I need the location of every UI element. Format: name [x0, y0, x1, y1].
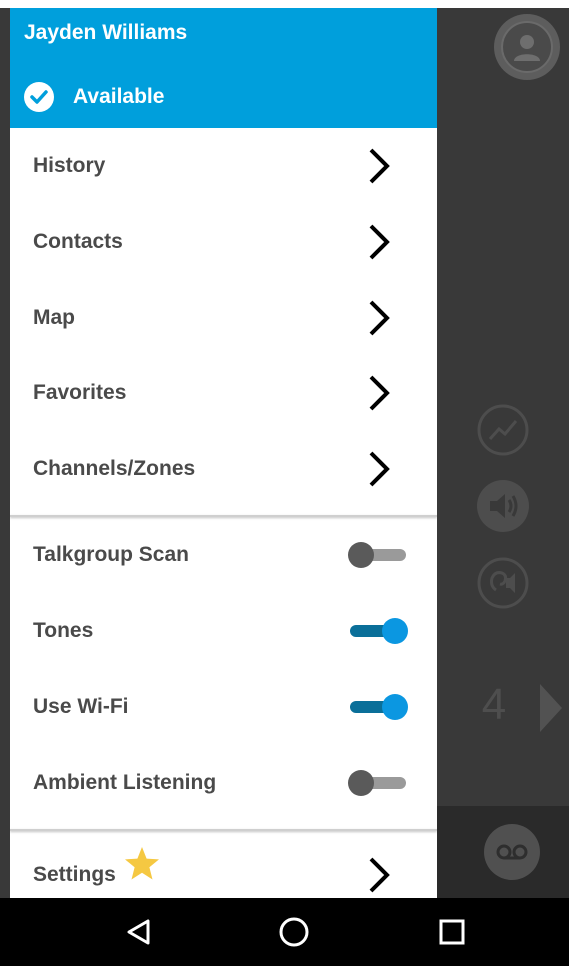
menu-item-label: Contacts: [33, 230, 123, 253]
menu-item-label: Channels/Zones: [33, 457, 196, 480]
back-icon: [127, 919, 150, 945]
chevron-right-icon: [369, 857, 390, 893]
next-channel-arrow[interactable]: [540, 684, 562, 732]
toggle-row-ambient-listening[interactable]: Ambient Listening: [10, 745, 437, 821]
menu-item-favorites[interactable]: Favorites: [10, 355, 437, 431]
voicemail-icon: [496, 844, 528, 860]
chevron-right-icon: [369, 224, 390, 260]
talkgroup-scan-toggle[interactable]: [348, 542, 408, 568]
toggle-row-tones[interactable]: Tones: [10, 593, 437, 669]
menu-item-label: History: [33, 154, 106, 177]
chevron-right-icon: [369, 148, 390, 184]
recents-button[interactable]: [432, 912, 472, 952]
menu-item-channels-zones[interactable]: Channels/Zones: [10, 431, 437, 507]
avatar-button[interactable]: [494, 14, 560, 80]
chevron-right-icon: [369, 300, 390, 336]
status-label: Available: [73, 85, 165, 108]
channel-number: 4: [481, 680, 507, 729]
toggle-label: Tones: [33, 619, 94, 642]
use-wifi-toggle[interactable]: [348, 694, 408, 720]
menu-item-map[interactable]: Map: [10, 280, 437, 356]
home-button[interactable]: [274, 912, 314, 952]
navigation-drawer: Jayden Williams Available History Contac…: [10, 8, 437, 898]
toggle-row-talkgroup-scan[interactable]: Talkgroup Scan: [10, 517, 437, 593]
ambient-listening-toggle[interactable]: [348, 770, 408, 796]
signal-icon[interactable]: [476, 403, 530, 457]
menu-item-history[interactable]: History: [10, 128, 437, 204]
system-navigation-bar: [0, 898, 569, 966]
voicemail-button[interactable]: [484, 824, 540, 880]
tones-toggle[interactable]: [348, 618, 408, 644]
check-icon: [24, 82, 54, 112]
toggle-label: Use Wi-Fi: [33, 695, 129, 718]
recents-icon: [439, 919, 465, 945]
star-icon: [125, 847, 159, 880]
status-selector[interactable]: Available: [24, 82, 164, 112]
menu-item-contacts[interactable]: Contacts: [10, 204, 437, 280]
menu-item-settings[interactable]: Settings: [10, 837, 437, 898]
drawer-header: Jayden Williams Available: [10, 8, 437, 128]
menu-item-label: Favorites: [33, 381, 127, 404]
chevron-right-icon: [369, 375, 390, 411]
menu-item-label: Map: [33, 306, 75, 329]
toggle-label: Talkgroup Scan: [33, 543, 189, 566]
chevron-right-icon: [369, 451, 390, 487]
top-strip: [0, 0, 569, 8]
divider: [10, 829, 437, 831]
back-button[interactable]: [118, 912, 158, 952]
toggle-row-use-wifi[interactable]: Use Wi-Fi: [10, 669, 437, 745]
avatar-icon: [501, 21, 553, 73]
user-name: Jayden Williams: [24, 21, 188, 44]
speaker-icon[interactable]: [476, 479, 530, 533]
home-icon: [279, 917, 309, 947]
toggle-label: Ambient Listening: [33, 771, 217, 794]
ear-speaker-icon[interactable]: [476, 556, 530, 610]
menu-item-label: Settings: [33, 863, 116, 886]
